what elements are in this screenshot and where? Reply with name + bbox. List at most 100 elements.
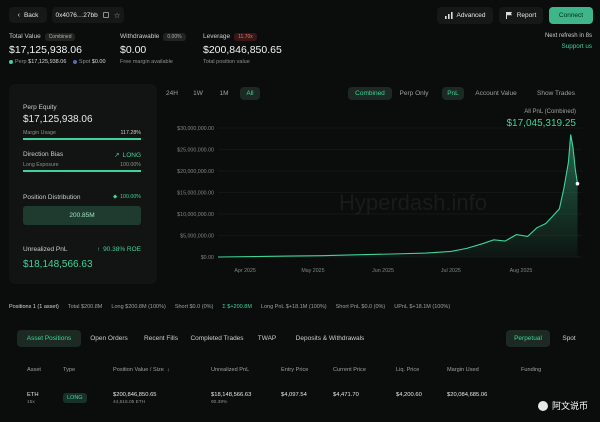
tab-spot[interactable]: Spot: [555, 330, 583, 347]
withdrawable-sub: Free margin available: [120, 59, 173, 65]
back-label: Back: [23, 11, 39, 19]
y-tick-label: $30,000,000.00: [177, 126, 214, 132]
arrow-up-icon: ↑: [96, 246, 101, 253]
spot-dot-icon: [72, 59, 77, 64]
withdrawable-pct-badge: 0.00%: [163, 33, 186, 41]
flag-icon: [505, 12, 512, 19]
total-value-label: Total Value: [9, 33, 41, 40]
tab-open-orders[interactable]: Open Orders: [85, 330, 133, 347]
brand-watermark: 阿文说币: [537, 399, 588, 412]
leverage-sub: Total position value: [203, 59, 250, 65]
row-type-badge: LONG: [63, 393, 87, 403]
combined-badge: Combined: [44, 33, 76, 41]
row-current-price: $4,471.70: [333, 392, 359, 398]
advanced-button[interactable]: Advanced: [437, 7, 493, 24]
margin-usage-value: 117.28%: [120, 130, 141, 136]
brand-text: 阿文说币: [551, 401, 588, 411]
margin-usage-label: Margin Usage: [23, 130, 56, 136]
y-tick-label: $20,000,000.00: [177, 169, 214, 175]
tab-recent-fills[interactable]: Recent Fills: [137, 330, 185, 347]
perp-value: $17,125,938.06: [28, 59, 67, 65]
unrealized-pnl-label: Unrealized PnL: [23, 246, 68, 253]
table-row[interactable]: [9, 385, 593, 411]
connect-button[interactable]: Connect: [549, 7, 593, 24]
pnl-area-chart[interactable]: Hyperdash.info $0.00 $5,000,000.00 $10,000…: [158, 84, 592, 284]
spot-label: Spot: [78, 59, 91, 65]
row-asset: ETH: [27, 392, 39, 398]
row-position-value: $200,846,850.65: [113, 392, 157, 398]
diamond-icon: ◆: [113, 194, 118, 200]
y-tick-label: $15,000,000.00: [177, 191, 214, 197]
top-bar: ‹ Back 0x4076…27bb ☆ Advanced Report Con…: [0, 0, 600, 30]
chart-watermark: Hyperdash.info: [339, 190, 487, 215]
roe-value: 90.38% ROE: [103, 246, 141, 253]
address-display[interactable]: 0x4076…27bb ☆: [52, 7, 124, 23]
pnl-data-point: [575, 181, 580, 186]
row-unrealized-pnl: $18,148,566.63: [211, 392, 252, 398]
tab-twap[interactable]: TWAP: [253, 330, 281, 347]
perp-label: Perp: [15, 59, 27, 65]
x-tick-label: Apr 2025: [234, 268, 256, 274]
distribution-bar[interactable]: 200.85M: [23, 206, 141, 225]
refresh-text: Next refresh in 8s: [544, 33, 592, 39]
th-unrealized-pnl: Unrealized PnL: [211, 367, 250, 373]
back-button[interactable]: ‹ Back: [9, 7, 47, 23]
long-exposure-label: Long Exposure: [23, 162, 59, 168]
y-tick-label: $25,000,000.00: [177, 148, 214, 154]
direction-value: LONG: [122, 151, 141, 159]
total-value: $17,125,938.06: [9, 44, 82, 56]
trend-up-icon: ↗: [114, 152, 120, 159]
positions-tabs: Asset Positions Open Orders Recent Fills…: [9, 330, 593, 347]
wechat-logo-icon: [537, 400, 548, 411]
report-label: Report: [516, 12, 537, 19]
address-text: 0x4076…27bb: [55, 11, 98, 19]
copy-icon[interactable]: [102, 12, 109, 18]
tab-perpetual[interactable]: Perpetual: [506, 330, 550, 347]
margin-usage-track: [23, 138, 141, 140]
x-tick-label: Aug 2025: [510, 268, 533, 274]
withdrawable-value: $0.00: [120, 44, 147, 56]
perp-dot-icon: [9, 59, 13, 64]
th-funding: Funding: [521, 367, 542, 373]
star-icon[interactable]: ☆: [114, 11, 121, 20]
advanced-label: Advanced: [456, 12, 486, 19]
margin-usage-fill: [23, 138, 141, 140]
long-exposure-fill: [23, 170, 141, 172]
positions-count: Positions 1 (1 asset): [9, 304, 59, 310]
y-tick-label: $0.00: [201, 255, 214, 261]
x-tick-label: Jun 2025: [372, 268, 394, 274]
th-entry-price: Entry Price: [281, 367, 309, 373]
row-entry-price: $4,097.54: [281, 392, 307, 398]
positions-short: Short $0.0 (0%): [174, 304, 214, 310]
sort-down-icon: ↓: [166, 367, 170, 373]
position-distribution-label: Position Distribution: [23, 194, 81, 201]
withdrawable-block: Withdrawable 0.00% $0.00 Free margin avai…: [120, 33, 186, 65]
tab-asset-positions[interactable]: Asset Positions: [17, 330, 81, 347]
withdrawable-label: Withdrawable: [120, 33, 160, 40]
distribution-bar-label: 200.85M: [69, 212, 95, 219]
account-summary-panel: Perp Equity $17,125,938.06 Margin Usage …: [9, 84, 157, 284]
th-position-value-label: Position Value / Size: [113, 367, 164, 373]
support-link[interactable]: Support us: [545, 43, 592, 50]
row-margin-used: $20,084,685.06: [447, 392, 488, 398]
unrealized-pnl-value: $18,148,566.63: [23, 259, 93, 270]
tab-completed-trades[interactable]: Completed Trades: [187, 330, 247, 347]
report-button[interactable]: Report: [499, 7, 543, 24]
long-exposure-value: 100.00%: [120, 162, 141, 168]
perp-equity-label: Perp Equity: [23, 104, 57, 111]
row-liq-price: $4,200.60: [396, 392, 422, 398]
back-arrow-icon: ‹: [17, 11, 20, 19]
th-position-value[interactable]: Position Value / Size ↓: [113, 367, 170, 373]
th-asset: Asset: [27, 367, 41, 373]
th-type: Type: [63, 367, 76, 373]
positions-summary-strip: Positions 1 (1 asset) Total $200.8M Long…: [9, 304, 593, 314]
y-tick-label: $5,000,000.00: [180, 234, 214, 240]
leverage-label: Leverage: [203, 33, 231, 40]
th-margin-used: Margin Used: [447, 367, 479, 373]
position-distribution-pct-group: ◆ 100.00%: [113, 194, 141, 200]
positions-short-pnl: Short PnL $0.0 (0%): [335, 304, 386, 310]
tab-deposits-withdrawals[interactable]: Deposits & Withdrawals: [287, 330, 373, 347]
direction-value-group: ↗ LONG: [114, 151, 141, 160]
position-distribution-pct: 100.00%: [120, 194, 141, 200]
leverage-block: Leverage 11.70x $200,846,850.65 Total pos…: [203, 33, 282, 65]
